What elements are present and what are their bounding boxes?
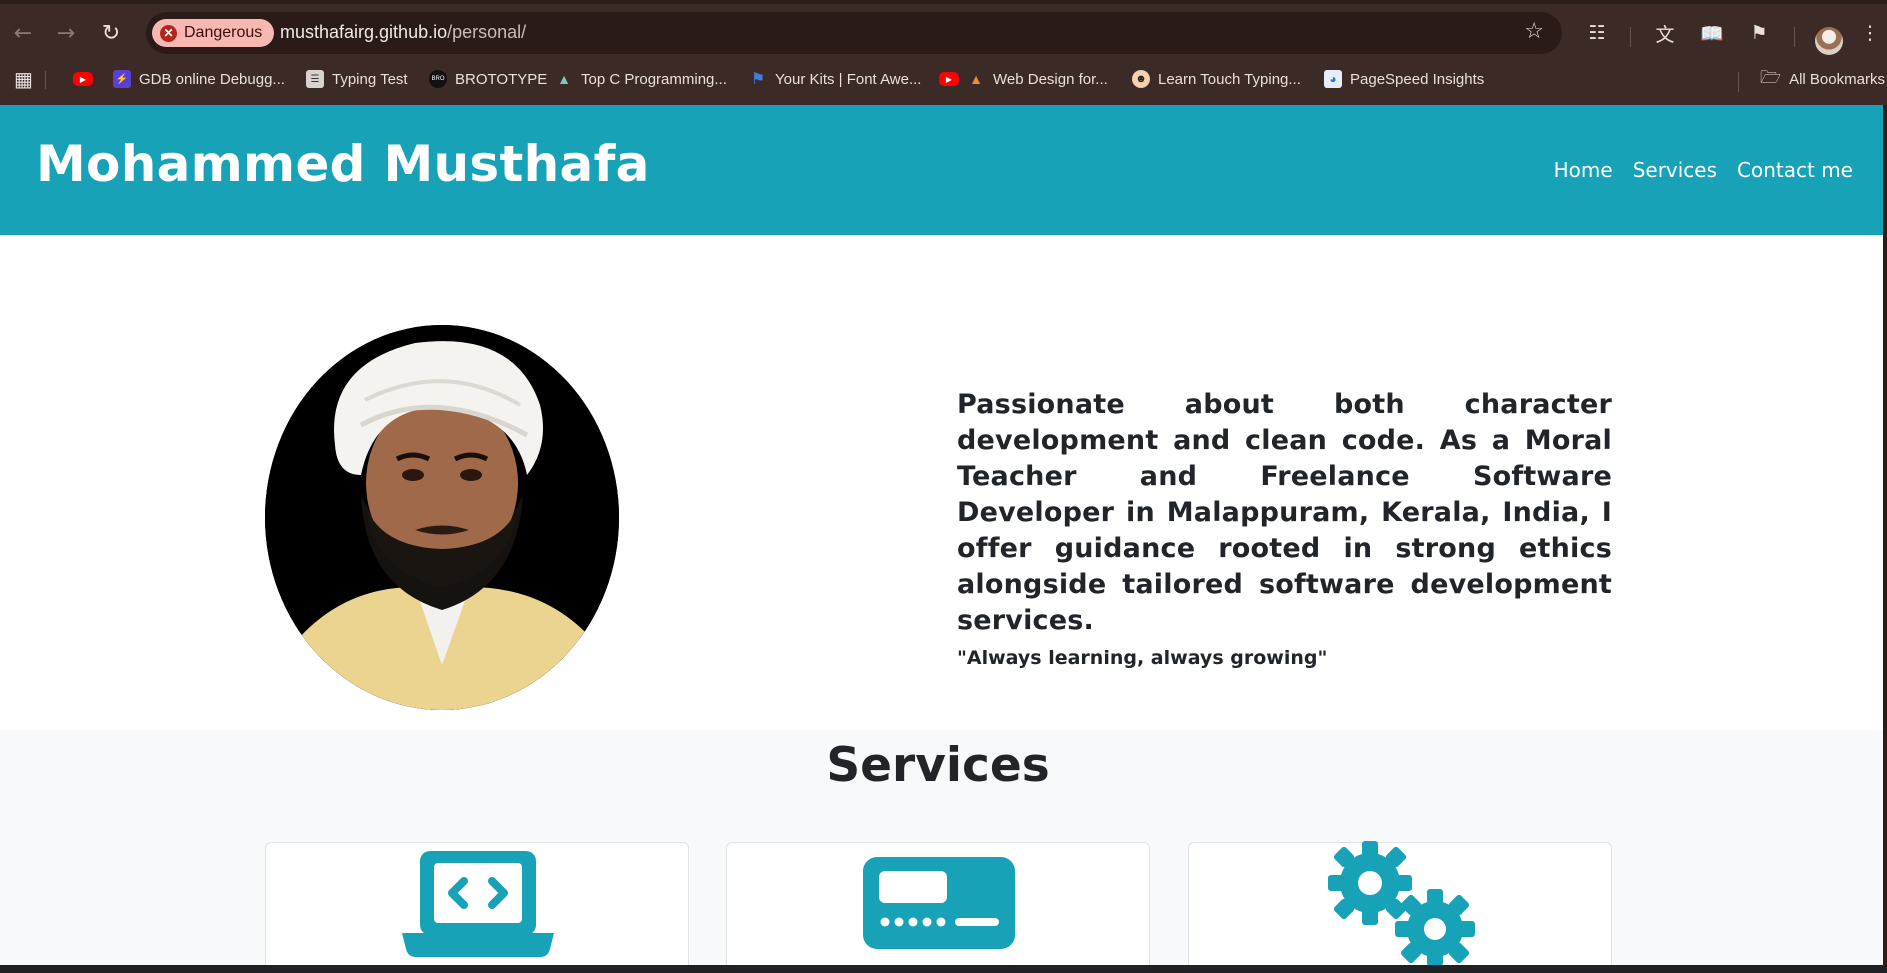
bookmark-label: Your Kits | Font Awe... xyxy=(775,70,922,88)
browser-chrome: ← → ↻ ✕ Dangerous musthafairg.github.io/… xyxy=(0,0,1887,105)
bookmarks-bar: ▦ ▶ ⚡ GDB online Debugg... ☰ Typing Test B… xyxy=(0,62,1887,96)
gears-icon xyxy=(1328,841,1475,965)
apps-grid-icon[interactable]: ▦ xyxy=(14,66,33,92)
url-host: musthafairg.github.io xyxy=(280,22,448,42)
security-chip[interactable]: ✕ Dangerous xyxy=(152,19,275,47)
bookmark-item[interactable]: ◕ PageSpeed Insights xyxy=(1324,66,1484,92)
site-brand[interactable]: Mohammed Musthafa xyxy=(36,135,650,193)
hero-quote: "Always learning, always growing" xyxy=(957,647,1328,669)
bookmark-label: Learn Touch Typing... xyxy=(1158,70,1301,88)
warning-icon: ✕ xyxy=(160,24,177,42)
youtube-icon: ▶ xyxy=(73,72,93,86)
bookmark-label: Typing Test xyxy=(332,70,408,88)
laptop-code-icon xyxy=(402,851,554,957)
flag-icon: ⚑ xyxy=(750,71,766,88)
back-arrow-icon[interactable]: ← xyxy=(6,16,40,50)
site-header: Mohammed Musthafa Home Services Contact … xyxy=(0,105,1883,235)
nav-home[interactable]: Home xyxy=(1554,158,1613,182)
nav-services[interactable]: Services xyxy=(1633,158,1717,182)
bookmark-item[interactable]: ⚑ Your Kits | Font Awe... xyxy=(749,66,922,92)
incognito-icon[interactable]: ⚑ xyxy=(1744,18,1774,48)
web-page: Mohammed Musthafa Home Services Contact … xyxy=(0,105,1883,965)
window-bottom-edge xyxy=(0,965,1887,973)
bookmark-youtube[interactable]: ▶ xyxy=(73,66,93,92)
url-path: /personal/ xyxy=(447,22,527,42)
all-bookmarks-button[interactable]: 🗁 All Bookmarks xyxy=(1760,66,1885,92)
tab-strip-edge xyxy=(0,0,1887,4)
bookmark-item[interactable]: BRO BROTOTYPE xyxy=(429,66,547,92)
browser-toolbar: ← → ↻ ✕ Dangerous musthafairg.github.io/… xyxy=(0,8,1887,58)
bookmark-item[interactable]: ☻ Learn Touch Typing... xyxy=(1132,66,1301,92)
reload-icon[interactable]: ↻ xyxy=(94,16,128,50)
bookmark-label: PageSpeed Insights xyxy=(1350,70,1485,88)
forward-arrow-icon[interactable]: → xyxy=(49,16,83,50)
all-bookmarks-label: All Bookmarks xyxy=(1789,70,1885,88)
bookmark-item[interactable]: ☰ Typing Test xyxy=(306,66,408,92)
brototype-icon: BRO xyxy=(429,70,447,88)
card-icon xyxy=(863,857,1015,949)
service-card[interactable] xyxy=(1188,841,1612,965)
bookmark-label: BROTOTYPE xyxy=(455,70,548,88)
folder-icon: 🗁 xyxy=(1760,67,1782,87)
service-card[interactable] xyxy=(726,842,1150,965)
document-icon: ☰ xyxy=(306,70,324,88)
face-icon: ☻ xyxy=(1132,70,1150,88)
services-section: Services xyxy=(0,730,1883,965)
fire-icon: ▲ xyxy=(969,71,983,87)
bookmark-item[interactable]: ⚡ GDB online Debugg... xyxy=(113,66,285,92)
pagespeed-icon: ◕ xyxy=(1324,70,1342,88)
bookmark-label: Web Design for... xyxy=(993,70,1108,88)
bookmarks-divider xyxy=(1738,72,1739,92)
hero-text: Passionate about both character developm… xyxy=(957,387,1612,669)
bookmarks-divider xyxy=(45,71,46,89)
url-text[interactable]: musthafairg.github.io/personal/ xyxy=(280,22,526,43)
menu-icon[interactable]: ⋮ xyxy=(1855,18,1885,48)
bookmark-label: GDB online Debugg... xyxy=(139,70,285,88)
hero-section: Passionate about both character developm… xyxy=(0,235,1883,730)
profile-photo xyxy=(265,325,619,710)
page-scrollbar[interactable] xyxy=(1883,105,1887,965)
reading-mode-icon[interactable]: 📖 xyxy=(1697,18,1727,48)
address-bar[interactable]: ✕ Dangerous musthafairg.github.io/person… xyxy=(146,12,1562,54)
nav-contact[interactable]: Contact me xyxy=(1737,158,1853,182)
bookmark-item[interactable]: ▲ Top C Programming... xyxy=(555,66,727,92)
toolbar-divider xyxy=(1794,27,1795,47)
youtube-icon: ▶ xyxy=(939,72,959,86)
bookmark-star-icon[interactable]: ☆ xyxy=(1524,19,1544,44)
service-card[interactable] xyxy=(265,842,689,965)
mountain-icon: ▲ xyxy=(557,71,571,87)
extensions-icon[interactable]: ☷ xyxy=(1582,18,1612,48)
hero-description: Passionate about both character developm… xyxy=(957,389,1612,636)
gdb-icon: ⚡ xyxy=(113,70,131,88)
bookmark-label: Top C Programming... xyxy=(581,70,727,88)
site-nav: Home Services Contact me xyxy=(1554,158,1853,182)
services-title: Services xyxy=(826,738,1050,793)
toolbar-divider xyxy=(1630,27,1631,47)
security-chip-label: Dangerous xyxy=(184,24,263,41)
profile-avatar[interactable] xyxy=(1815,27,1843,55)
translate-icon[interactable]: 文 xyxy=(1650,18,1680,48)
bookmark-item[interactable]: ▶ ▲ Web Design for... xyxy=(939,66,1108,92)
